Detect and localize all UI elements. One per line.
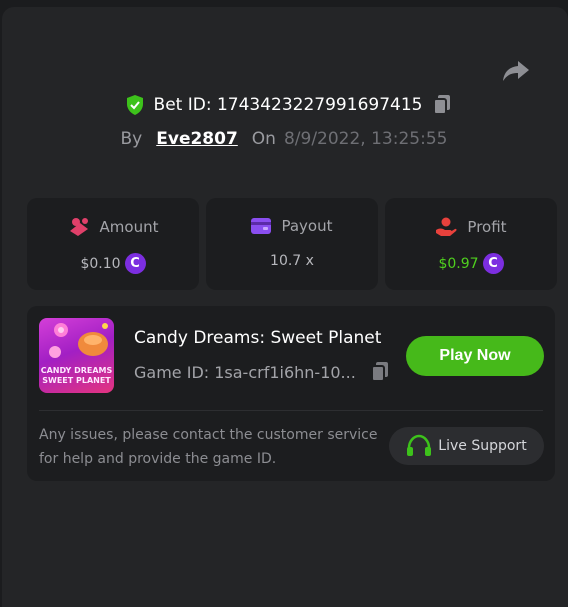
- hand-coin-icon: [436, 217, 457, 236]
- copy-icon[interactable]: [432, 94, 452, 116]
- bet-date: 8/9/2022, 13:25:55: [283, 129, 448, 149]
- by-label: By: [120, 129, 143, 149]
- stat-amount: Amount $0.10 C: [27, 198, 199, 290]
- live-support-button[interactable]: Live Support: [389, 427, 544, 465]
- game-thumbnail[interactable]: CANDY DREAMS SWEET PLANET: [39, 318, 114, 393]
- stat-profit: Profit $0.97 C: [385, 198, 557, 290]
- game-card: CANDY DREAMS SWEET PLANET Candy Dreams: …: [27, 306, 555, 481]
- bet-id-row: Bet ID: 1743423227991697415: [0, 94, 568, 116]
- help-text: Any issues, please contact the customer …: [39, 427, 378, 467]
- amount-label: Amount: [99, 218, 159, 236]
- username-link[interactable]: Eve2807: [156, 129, 238, 149]
- amount-value: $0.10: [80, 255, 121, 272]
- live-support-label: Live Support: [438, 438, 527, 454]
- bet-id: Bet ID: 1743423227991697415: [153, 95, 423, 115]
- share-button[interactable]: [501, 57, 531, 85]
- payout-value: 10.7 x: [270, 253, 314, 269]
- divider: [39, 410, 543, 411]
- game-title: Candy Dreams: Sweet Planet: [134, 328, 382, 348]
- thumb-title-line1: CANDY DREAMS: [40, 366, 113, 375]
- play-now-button[interactable]: Play Now: [406, 336, 544, 376]
- profit-value: $0.97: [438, 255, 479, 272]
- thumb-title-line2: SWEET PLANET: [42, 376, 111, 385]
- chip-icon: [69, 218, 88, 236]
- game-id: Game ID: 1sa-crf1i6hn-10...: [134, 362, 356, 382]
- bet-meta-row: By Eve2807 On 8/9/2022, 13:25:55: [0, 129, 568, 149]
- copy-icon[interactable]: [370, 361, 390, 383]
- game-id-row: Game ID: 1sa-crf1i6hn-10...: [134, 361, 390, 383]
- profit-label: Profit: [467, 218, 507, 236]
- on-label: On: [251, 129, 276, 149]
- coin-icon: C: [482, 253, 504, 274]
- coin-icon: C: [124, 253, 146, 274]
- headset-icon: [407, 434, 432, 456]
- stat-payout: Payout 10.7 x: [206, 198, 378, 290]
- wallet-icon: [251, 218, 272, 234]
- share-arrow-icon: [503, 61, 529, 81]
- shield-check-icon: [126, 95, 143, 115]
- payout-label: Payout: [281, 217, 333, 235]
